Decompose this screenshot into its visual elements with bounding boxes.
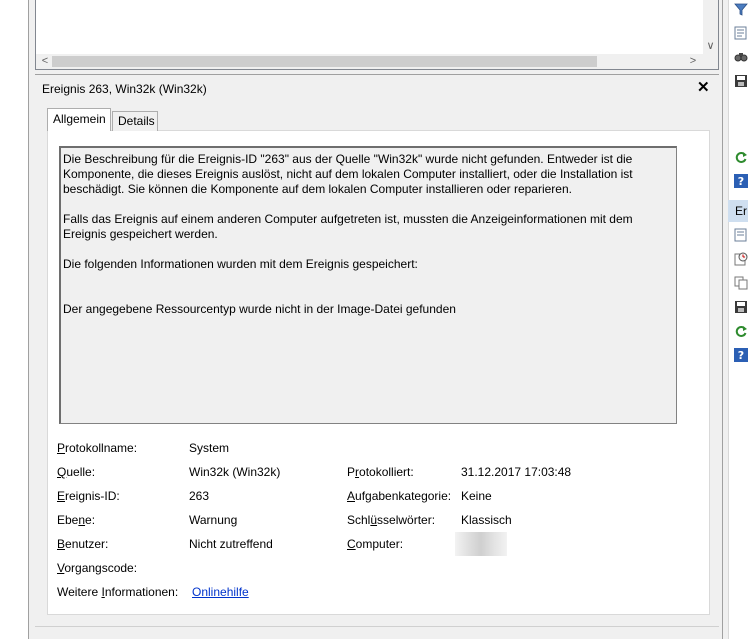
label-ereignis-id: Ereignis-ID: (57, 489, 120, 503)
label-quelle: Quelle: (57, 465, 96, 479)
event-description[interactable]: Die Beschreibung für die Ereignis-ID "26… (59, 146, 677, 424)
value-computer-redacted (455, 532, 507, 556)
label-protokolliert: Protokolliert: (347, 465, 414, 479)
description-paragraph: Die folgenden Informationen wurden mit d… (63, 257, 418, 271)
refresh-icon[interactable] (734, 150, 748, 164)
event-properties-icon[interactable] (734, 228, 748, 242)
close-icon[interactable]: ✕ (697, 80, 710, 96)
filter-icon[interactable] (734, 2, 748, 16)
save-icon[interactable] (734, 74, 748, 88)
splitter[interactable] (35, 74, 719, 75)
scroll-right-icon[interactable]: > (686, 54, 700, 69)
left-gutter (0, 0, 28, 639)
help-icon[interactable]: ? (734, 348, 748, 362)
tab-details[interactable]: Details (112, 111, 158, 131)
bottom-divider (35, 626, 719, 627)
scroll-left-icon[interactable]: < (38, 54, 52, 69)
help-icon[interactable]: ? (734, 174, 748, 188)
value-protokollname: System (189, 441, 230, 455)
save-events-icon[interactable] (734, 300, 748, 314)
action-pane-header: Er (728, 200, 748, 222)
value-schluesselwoerter: Klassisch (461, 513, 512, 527)
value-benutzer: Nicht zutreffend (189, 537, 273, 551)
label-protokollname: Protokollname: (57, 441, 138, 455)
label-schluesselwoerter: Schlüsselwörter: (347, 513, 436, 527)
attach-task-icon[interactable] (734, 252, 748, 266)
refresh-icon[interactable] (734, 324, 748, 338)
properties-icon[interactable] (734, 26, 748, 40)
tab-allgemein[interactable]: Allgemein (47, 108, 111, 131)
scroll-down-icon[interactable]: ∨ (703, 38, 718, 54)
find-icon[interactable] (734, 50, 748, 64)
value-ebene: Warnung (189, 513, 238, 527)
description-paragraph: Die Beschreibung für die Ereignis-ID "26… (63, 152, 633, 196)
horizontal-scroll-thumb[interactable] (52, 56, 597, 67)
label-ebene: Ebene: (57, 513, 96, 527)
description-paragraph: Der angegebene Ressourcentyp wurde nicht… (63, 302, 456, 316)
svg-text:?: ? (738, 175, 744, 188)
onlinehilfe-link[interactable]: Onlinehilfe (192, 585, 249, 599)
action-pane (728, 0, 748, 639)
description-paragraph: Falls das Ereignis auf einem anderen Com… (63, 212, 633, 241)
value-ereignis-id: 263 (189, 489, 210, 503)
label-vorgangscode: Vorgangscode: (57, 561, 138, 575)
value-protokolliert: 31.12.2017 17:03:48 (461, 465, 572, 479)
label-benutzer: Benutzer: (57, 537, 109, 551)
label-aufgabenkategorie: Aufgabenkategorie: (347, 489, 452, 503)
value-quelle: Win32k (Win32k) (189, 465, 281, 479)
label-weitere-informationen: Weitere Informationen: (57, 585, 179, 599)
label-computer: Computer: (347, 537, 404, 551)
event-detail-title: Ereignis 263, Win32k (Win32k) (42, 82, 207, 96)
value-aufgabenkategorie: Keine (461, 489, 492, 503)
copy-icon[interactable] (734, 276, 748, 290)
svg-text:?: ? (738, 349, 744, 362)
